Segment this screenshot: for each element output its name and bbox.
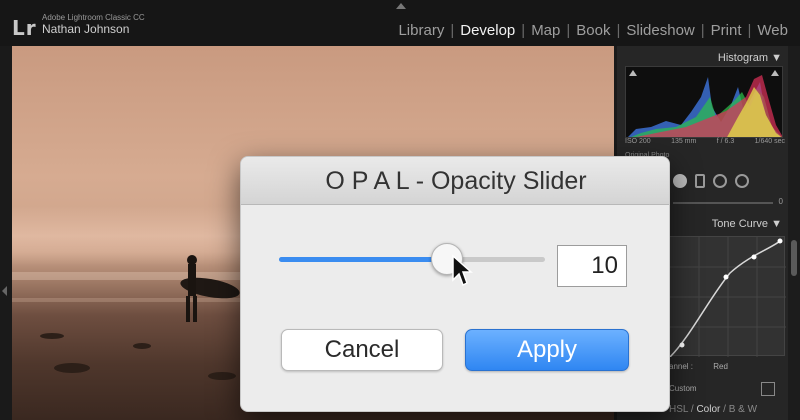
dialog-title: O P A L - Opacity Slider	[325, 167, 587, 195]
module-map[interactable]: Map	[525, 22, 566, 39]
point-curve-value: Custom	[669, 384, 697, 393]
module-book[interactable]: Book	[570, 22, 616, 39]
crop-tool-icon[interactable]	[673, 174, 687, 188]
histogram-graph	[628, 75, 782, 137]
user-name: Nathan Johnson	[42, 21, 130, 36]
collapse-left-panel-icon[interactable]	[2, 286, 7, 296]
histogram	[625, 66, 783, 138]
hsl-color-bw-tabs: HSL / Color / B & W	[669, 404, 789, 415]
identity-plate: Adobe Lightroom Classic CC Nathan Johnso…	[42, 13, 145, 36]
opacity-slider-fill	[279, 257, 447, 262]
opacity-slider-dialog: O P A L - Opacity Slider 10 Cancel Apply	[240, 156, 670, 412]
panel-slider[interactable]: 0	[673, 197, 783, 208]
module-slideshow[interactable]: Slideshow	[620, 22, 700, 39]
mouse-pointer-icon	[452, 254, 473, 287]
highlight-clipping-icon[interactable]	[771, 70, 779, 76]
cancel-button[interactable]: Cancel	[281, 329, 443, 371]
targeted-adjustment-icon[interactable]	[761, 382, 775, 396]
opacity-value-field[interactable]: 10	[557, 245, 627, 287]
iso-value: ISO 200	[625, 138, 651, 145]
shadow-clipping-icon[interactable]	[629, 70, 637, 76]
panel-slider-track	[673, 202, 773, 204]
aperture-value: f / 6.3	[716, 138, 735, 145]
histogram-header[interactable]: Histogram ▼	[718, 52, 782, 64]
dialog-titlebar[interactable]: O P A L - Opacity Slider	[241, 157, 669, 205]
red-eye-icon[interactable]	[713, 174, 727, 188]
panel-slider-value: 0	[778, 197, 783, 206]
spot-removal-icon[interactable]	[695, 174, 705, 188]
identity-bar: Lr Adobe Lightroom Classic CC Nathan Joh…	[0, 0, 800, 46]
tone-curve-line	[669, 237, 786, 358]
lr-logo: Lr	[12, 16, 37, 40]
module-library[interactable]: Library	[392, 22, 450, 39]
tone-curve-title: Tone Curve	[711, 218, 769, 230]
module-web[interactable]: Web	[751, 22, 794, 39]
collapse-triangle-icon: ▼	[771, 52, 782, 64]
exif-info: ISO 200 135 mm f / 6.3 1/640 sec	[625, 138, 785, 145]
tone-curve-graph[interactable]	[669, 236, 786, 358]
tab-hsl[interactable]: HSL	[669, 404, 688, 415]
panel-scroll-thumb[interactable]	[791, 240, 797, 276]
channel-row[interactable]: annel : Red	[669, 362, 785, 371]
module-print[interactable]: Print	[705, 22, 748, 39]
panel-scrollbar[interactable]	[788, 46, 800, 420]
tab-separator: /	[720, 404, 729, 415]
tab-bw[interactable]: B & W	[729, 404, 757, 415]
module-develop[interactable]: Develop	[454, 22, 521, 39]
opacity-slider[interactable]	[279, 237, 545, 281]
apply-button[interactable]: Apply	[465, 329, 629, 371]
graduated-filter-icon[interactable]	[735, 174, 749, 188]
tool-strip	[673, 174, 749, 188]
lightroom-window: Lr Adobe Lightroom Classic CC Nathan Joh…	[0, 0, 800, 420]
shutter-speed: 1/640 sec	[754, 138, 785, 145]
collapse-top-panel-icon[interactable]	[396, 3, 406, 9]
channel-value: Red	[713, 362, 728, 371]
module-picker: Library | Develop | Map | Book | Slidesh…	[392, 22, 794, 39]
histogram-title: Histogram	[717, 52, 769, 64]
focal-length: 135 mm	[671, 138, 697, 145]
tab-color[interactable]: Color	[696, 404, 720, 415]
collapse-triangle-icon: ▼	[771, 218, 782, 230]
tone-curve-header[interactable]: Tone Curve ▼	[712, 218, 782, 230]
channel-label: annel :	[669, 362, 694, 371]
